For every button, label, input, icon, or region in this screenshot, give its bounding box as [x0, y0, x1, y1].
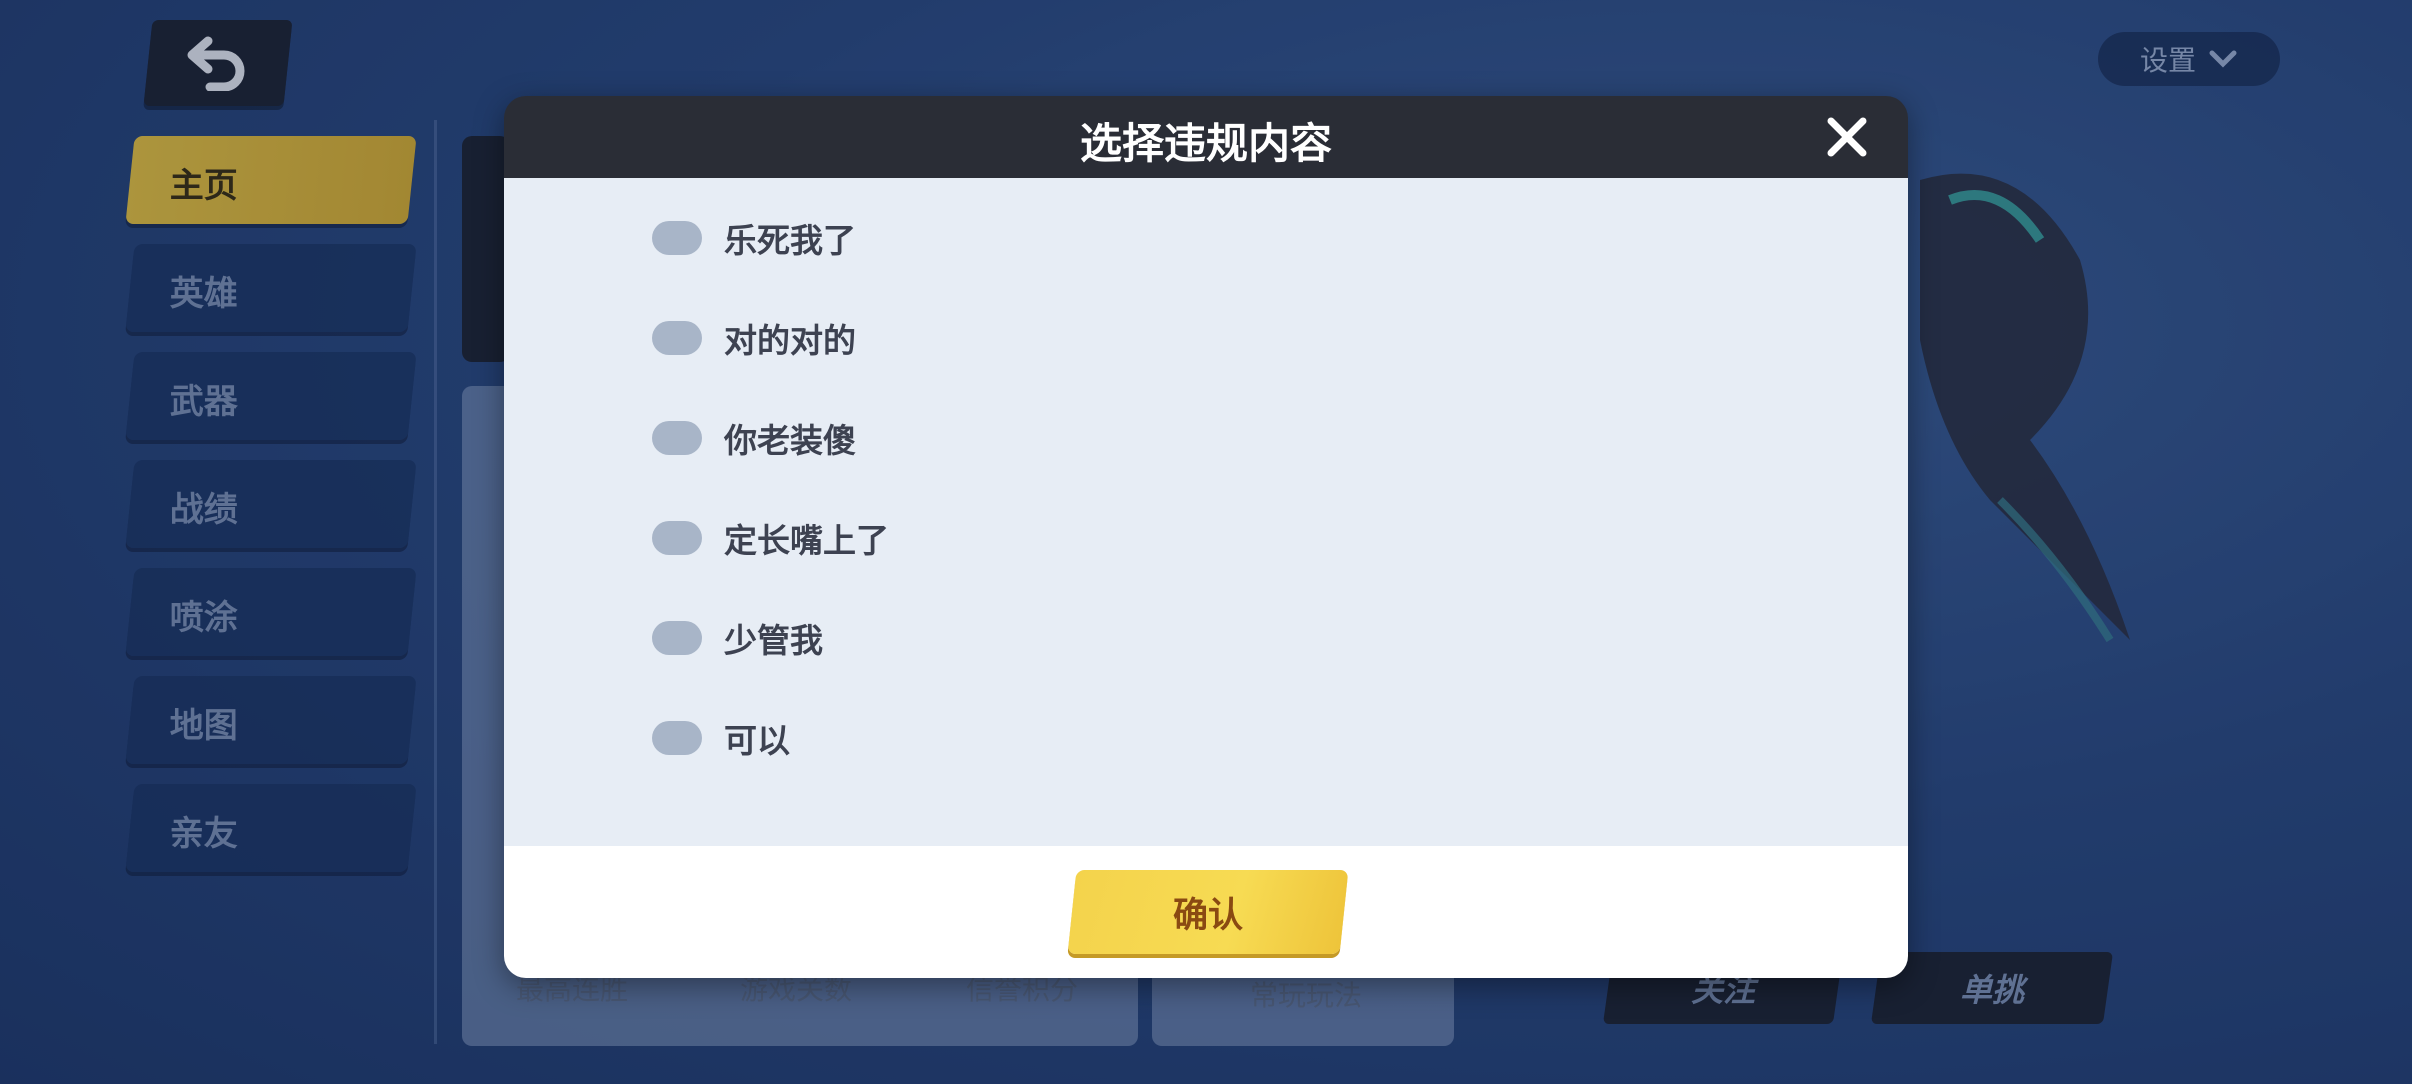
dialog-title: 选择违规内容: [1079, 119, 1332, 168]
report-dialog: 选择违规内容 乐死我了 对的对的 你老装傻 定长嘴上了 少管我 可以 确认: [504, 96, 1908, 978]
option-item[interactable]: 可以: [652, 708, 1252, 768]
option-toggle[interactable]: [652, 221, 702, 255]
option-label: 你老装傻: [724, 421, 856, 460]
close-button[interactable]: [1822, 112, 1872, 162]
close-icon: [1827, 117, 1867, 157]
option-toggle[interactable]: [652, 321, 702, 355]
dialog-header: 选择违规内容: [504, 96, 1908, 178]
option-label: 对的对的: [724, 321, 856, 360]
confirm-button[interactable]: 确认: [1067, 870, 1349, 954]
option-item[interactable]: 对的对的: [652, 308, 1252, 368]
option-label: 可以: [724, 721, 790, 760]
option-item[interactable]: 定长嘴上了: [652, 508, 1252, 568]
option-toggle[interactable]: [652, 721, 702, 755]
option-toggle[interactable]: [652, 621, 702, 655]
dialog-footer: 确认: [504, 846, 1908, 978]
option-label: 少管我: [724, 621, 823, 660]
option-toggle[interactable]: [652, 421, 702, 455]
option-label: 定长嘴上了: [724, 521, 889, 560]
option-item[interactable]: 你老装傻: [652, 408, 1252, 468]
dialog-options: 乐死我了 对的对的 你老装傻 定长嘴上了 少管我 可以: [504, 178, 1908, 846]
option-toggle[interactable]: [652, 521, 702, 555]
confirm-label: 确认: [1172, 895, 1243, 936]
option-item[interactable]: 乐死我了: [652, 208, 1252, 268]
option-label: 乐死我了: [724, 221, 856, 260]
option-item[interactable]: 少管我: [652, 608, 1252, 668]
